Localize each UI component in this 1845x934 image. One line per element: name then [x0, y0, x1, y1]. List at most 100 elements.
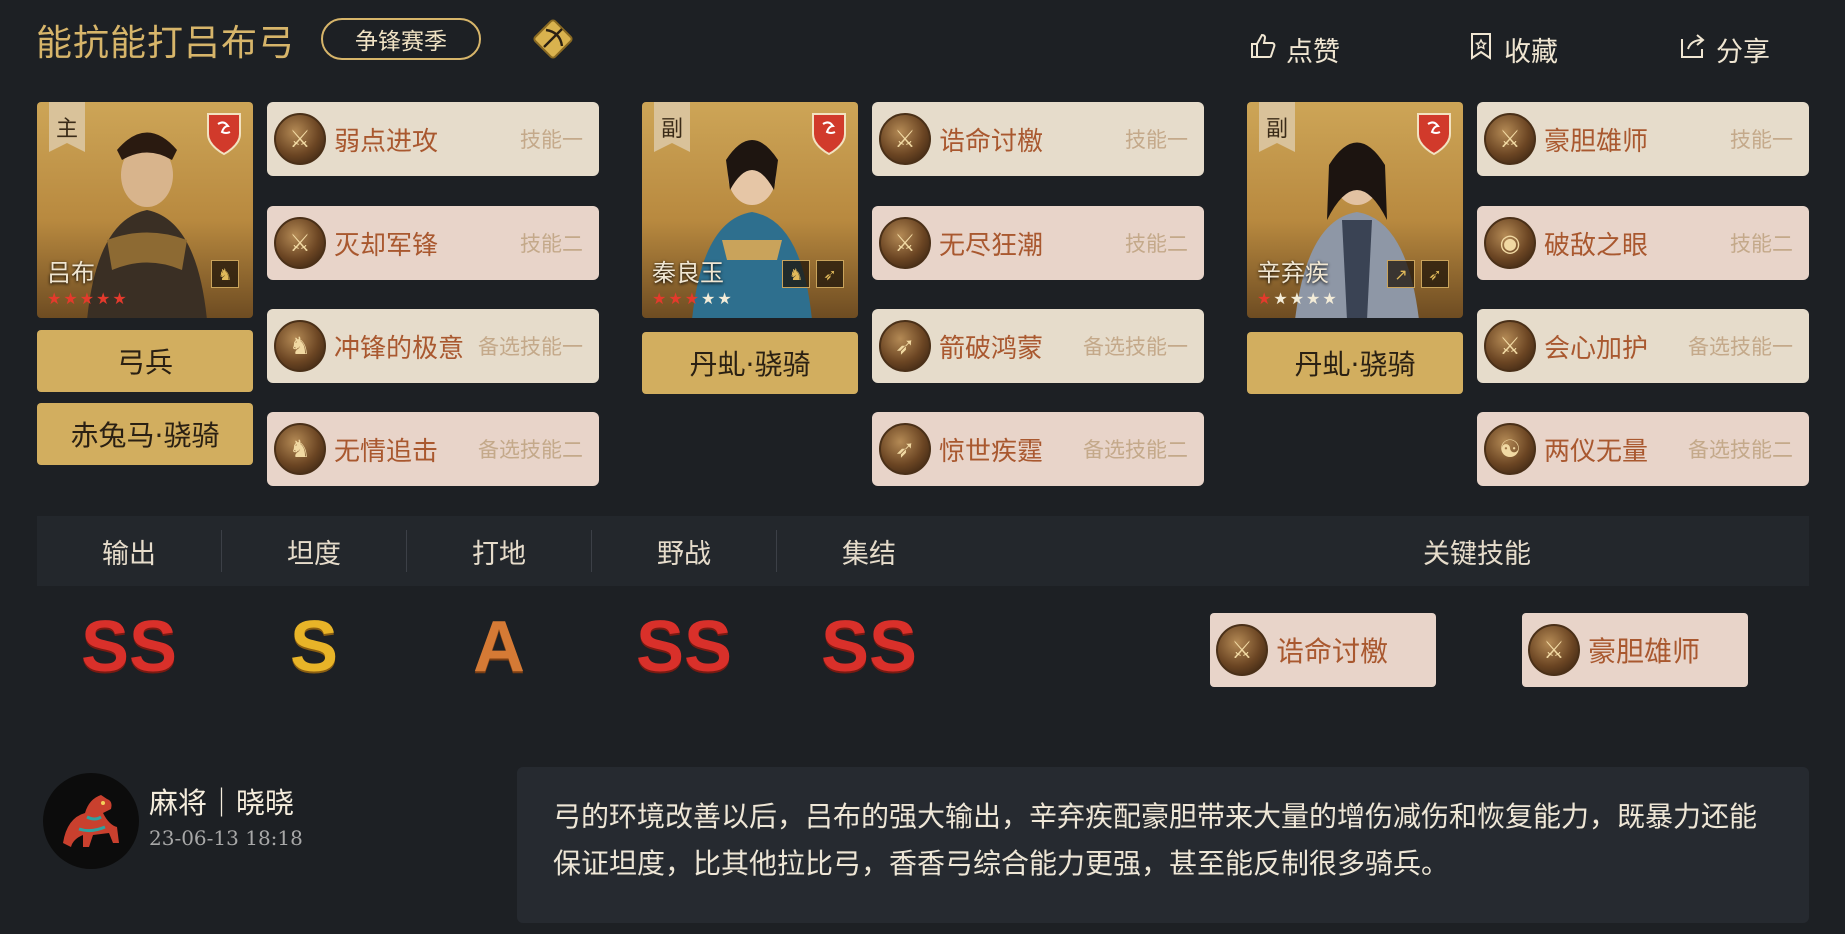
bookmark-icon: [1466, 31, 1496, 68]
comment-text: 弓的环境改善以后，吕布的强大输出，辛弃疾配豪胆带来大量的增伤减伤和恢复能力，既暴…: [517, 767, 1809, 923]
avatar[interactable]: [43, 773, 139, 869]
skill-icon: ◉: [1484, 217, 1536, 269]
skill-card[interactable]: ➶ 惊世疾霆 备选技能二: [872, 412, 1204, 486]
skill-name: 冲锋的极意: [334, 333, 465, 364]
skill-icon: ⚔: [1528, 624, 1580, 676]
bow-diamond-icon: [530, 16, 576, 62]
skill-icon: ⚔: [879, 113, 931, 165]
hero-card[interactable]: 副 秦良玉 ♞ ➶ ★★★★★: [642, 102, 858, 318]
stat-header-tank: 坦度: [287, 538, 341, 570]
skill-icon: ⚔: [1484, 320, 1536, 372]
grade-output: SS: [80, 607, 178, 687]
skill-icon: ➶: [879, 320, 931, 372]
horse-icon: ♞: [211, 260, 239, 288]
stat-header-output: 输出: [102, 538, 156, 570]
grade-tank: S: [289, 607, 339, 687]
skill-name: 豪胆雄师: [1544, 126, 1649, 157]
like-label: 点赞: [1286, 37, 1340, 68]
skill-name: 无尽狂潮: [939, 230, 1044, 261]
skill-card[interactable]: ♞ 冲锋的极意 备选技能一: [267, 309, 599, 383]
skill-icon: ⚔: [1484, 113, 1536, 165]
role-tag: 主: [49, 102, 85, 152]
skill-icon: ⚔: [879, 217, 931, 269]
skill-slot: 技能一: [520, 128, 583, 152]
skill-icon: ➶: [879, 423, 931, 475]
stat-header-rally: 集结: [842, 538, 896, 570]
skill-name: 诰命讨檄: [1276, 635, 1389, 668]
skill-card[interactable]: ⚔ 豪胆雄师 技能一: [1477, 102, 1809, 176]
spear-icon: ↗: [1387, 260, 1415, 288]
skill-card[interactable]: ⚔ 诰命讨檄 技能一: [872, 102, 1204, 176]
mount-tag: 赤兔马·骁骑: [37, 403, 253, 465]
mount-tag: 丹虬·骁骑: [1247, 332, 1463, 394]
skill-card[interactable]: ⚔ 会心加护 备选技能一: [1477, 309, 1809, 383]
skill-card[interactable]: ➶ 箭破鸿蒙 备选技能一: [872, 309, 1204, 383]
stat-header-field: 野战: [657, 538, 711, 570]
skill-name: 两仪无量: [1544, 436, 1649, 467]
skill-name: 豪胆雄师: [1588, 635, 1701, 668]
skill-icon: ⚔: [274, 217, 326, 269]
favorite-button[interactable]: 收藏: [1466, 30, 1558, 69]
skill-slot: 技能二: [520, 232, 583, 256]
mount-tag: 丹虬·骁骑: [642, 332, 858, 394]
share-icon: [1678, 31, 1708, 68]
skill-card[interactable]: ◉ 破敌之眼 技能二: [1477, 206, 1809, 280]
skill-slot: 技能二: [1125, 232, 1188, 256]
skill-slot: 技能二: [1730, 232, 1793, 256]
page-title: 能抗能打吕布弓: [36, 23, 296, 64]
skill-slot: 备选技能二: [1688, 438, 1793, 462]
skill-name: 灭却军锋: [334, 230, 439, 261]
season-badge[interactable]: 争锋赛季: [321, 18, 481, 60]
skill-card[interactable]: ♞ 无情追击 备选技能二: [267, 412, 599, 486]
skill-icon: ⚔: [274, 113, 326, 165]
skill-name: 破敌之眼: [1544, 230, 1649, 261]
skill-icon: ♞: [274, 423, 326, 475]
skill-slot: 技能一: [1730, 128, 1793, 152]
skill-card[interactable]: ⚔ 灭却军锋 技能二: [267, 206, 599, 280]
role-tag: 副: [654, 102, 690, 152]
skill-slot: 备选技能一: [1083, 335, 1188, 359]
skill-card[interactable]: ☯ 两仪无量 备选技能二: [1477, 412, 1809, 486]
author-name[interactable]: 麻将｜晓晓: [149, 780, 294, 822]
skill-name: 箭破鸿蒙: [939, 333, 1044, 364]
grade-field: SS: [635, 607, 733, 687]
skill-slot: 备选技能一: [478, 335, 583, 359]
skill-slot: 备选技能一: [1688, 335, 1793, 359]
star-rating: ★★★★★: [1257, 289, 1339, 308]
key-skill-card[interactable]: ⚔ 豪胆雄师: [1522, 613, 1748, 687]
key-skill-card[interactable]: ⚔ 诰命讨檄: [1210, 613, 1436, 687]
skill-slot: 备选技能二: [478, 438, 583, 462]
skill-icon: ⚔: [1216, 624, 1268, 676]
hero-card[interactable]: 主 吕布 ♞ ★★★★★: [37, 102, 253, 318]
hero-card[interactable]: 副 辛弃疾 ↗ ➶ ★★★★★: [1247, 102, 1463, 318]
star-rating: ★★★★★: [652, 289, 734, 308]
share-button[interactable]: 分享: [1678, 30, 1770, 69]
grade-siege: A: [473, 607, 525, 687]
favorite-label: 收藏: [1504, 37, 1558, 68]
skill-name: 惊世疾霆: [939, 436, 1044, 467]
skill-icon: ♞: [274, 320, 326, 372]
star-rating: ★★★★★: [47, 289, 129, 308]
skill-slot: 技能一: [1125, 128, 1188, 152]
hero-name: 秦良玉: [652, 259, 724, 287]
key-skills-header: 关键技能: [1423, 538, 1531, 570]
horse-icon: ♞: [782, 260, 810, 288]
like-button[interactable]: 点赞: [1248, 30, 1340, 69]
hero-name: 吕布: [47, 259, 95, 287]
skill-card[interactable]: ⚔ 弱点进攻 技能一: [267, 102, 599, 176]
share-label: 分享: [1716, 37, 1770, 68]
faction-shield-icon: [1417, 113, 1451, 156]
horse-avatar-icon: [63, 795, 119, 847]
bow-icon: ➶: [816, 260, 844, 288]
hero-name: 辛弃疾: [1257, 259, 1329, 287]
bow-icon: ➶: [1421, 260, 1449, 288]
stat-header-siege: 打地: [472, 538, 526, 570]
skill-icon: ☯: [1484, 423, 1536, 475]
post-date: 23-06-13 18:18: [149, 826, 303, 850]
skill-slot: 备选技能二: [1083, 438, 1188, 462]
skill-name: 无情追击: [334, 436, 439, 467]
skill-card[interactable]: ⚔ 无尽狂潮 技能二: [872, 206, 1204, 280]
faction-shield-icon: [812, 113, 846, 156]
skill-name: 会心加护: [1544, 333, 1649, 364]
faction-shield-icon: [207, 113, 241, 156]
